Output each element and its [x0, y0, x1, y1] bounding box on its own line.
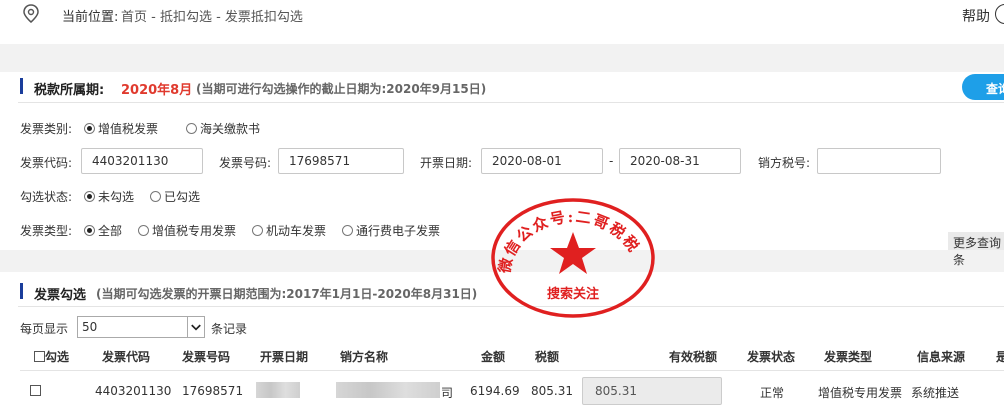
table-header-divider — [20, 370, 1004, 371]
date-separator: - — [609, 154, 614, 168]
cell-seller-redacted — [336, 382, 440, 398]
radio-unchecked[interactable]: 未勾选 — [84, 188, 134, 205]
radio-icon — [342, 225, 353, 236]
page-size-select[interactable]: 50 — [77, 316, 205, 338]
invoice-number-input[interactable]: 17698571 — [278, 148, 404, 174]
section-marker — [20, 283, 23, 299]
col-header-number[interactable]: 发票号码 — [182, 348, 230, 365]
select-all-checkbox[interactable]: 勾选 — [34, 348, 69, 365]
row-checkbox[interactable] — [30, 384, 41, 398]
page-size-label: 每页显示 — [20, 322, 69, 336]
radio-checked[interactable]: 已勾选 — [150, 188, 200, 205]
cell-tax: 805.31 — [531, 384, 573, 398]
radio-type-all[interactable]: 全部 — [84, 222, 122, 239]
period-title: 税款所属期: — [34, 83, 105, 98]
checkbox-icon — [34, 351, 45, 362]
col-header-code[interactable]: 发票代码 — [102, 348, 150, 365]
cell-code: 4403201130 — [95, 384, 172, 398]
invoice-code-input[interactable]: 4403201130 — [81, 148, 203, 174]
cell-date-redacted — [256, 382, 300, 398]
col-header-seller[interactable]: 销方名称 — [340, 348, 388, 365]
divider — [18, 102, 1004, 103]
issue-date-label: 开票日期: — [420, 156, 473, 170]
col-header-date[interactable]: 开票日期 — [260, 348, 308, 365]
more-filters-button[interactable]: 更多查询条 — [948, 232, 1004, 267]
radio-icon — [150, 191, 161, 202]
check-status-label: 勾选状态: — [20, 190, 73, 204]
radio-selected-icon — [84, 225, 95, 236]
checkbox-icon — [30, 385, 41, 396]
radio-icon — [138, 225, 149, 236]
invoice-category-label: 发票类别: — [20, 122, 73, 136]
col-header-amount[interactable]: 金额 — [481, 348, 505, 365]
location-label: 当前位置: — [62, 10, 119, 25]
page-size-suffix: 条记录 — [211, 322, 248, 336]
col-header-source[interactable]: 信息来源 — [917, 348, 965, 365]
col-header-status[interactable]: 发票状态 — [747, 348, 795, 365]
stamp-bottom-text: 搜索关注 — [547, 286, 599, 302]
help-link[interactable]: 帮助 — [962, 6, 990, 26]
col-header-more[interactable]: 是 — [996, 348, 1004, 365]
selection-note: (当期可勾选发票的开票日期范围为:2017年1月1日-2020年8月31日) — [96, 287, 478, 301]
radio-type-special-vat[interactable]: 增值税专用发票 — [138, 222, 236, 239]
radio-type-vehicle[interactable]: 机动车发票 — [252, 222, 326, 239]
breadcrumb[interactable]: 首页 - 抵扣勾选 - 发票抵扣勾选 — [121, 6, 303, 25]
radio-selected-icon — [84, 191, 95, 202]
invoice-number-label: 发票号码: — [219, 156, 272, 170]
cell-amount: 6194.69 — [470, 384, 520, 398]
seller-tax-id-label: 销方税号: — [758, 156, 811, 170]
effective-tax-input[interactable]: 805.31 — [582, 377, 722, 405]
invoice-type-label: 发票类型: — [20, 224, 73, 238]
cell-number: 17698571 — [182, 384, 244, 398]
invoice-code-label: 发票代码: — [20, 156, 73, 170]
period-value: 2020年8月 — [121, 83, 193, 98]
radio-vat-invoice[interactable]: 增值税发票 — [84, 120, 158, 137]
radio-type-toll[interactable]: 通行费电子发票 — [342, 222, 440, 239]
section-marker — [20, 78, 23, 94]
cell-source: 系统推送 — [911, 386, 960, 400]
cell-type: 增值税专用发票 — [818, 386, 903, 400]
seller-tax-id-input[interactable] — [817, 148, 941, 174]
issue-date-to[interactable]: 2020-08-31 — [619, 148, 741, 174]
col-header-effective-tax[interactable]: 有效税额 — [669, 348, 717, 365]
col-header-type[interactable]: 发票类型 — [824, 348, 872, 365]
period-note: (当期可进行勾选操作的截止日期为:2020年9月15日) — [196, 82, 487, 96]
query-button[interactable]: 查询 — [962, 74, 1004, 100]
section-gap — [0, 44, 1004, 72]
col-header-tax[interactable]: 税额 — [535, 348, 559, 365]
radio-selected-icon — [84, 123, 95, 134]
watermark-stamp: 微信公众号:二哥税税 搜索关注 — [491, 198, 655, 318]
radio-customs[interactable]: 海关缴款书 — [186, 120, 260, 137]
cell-seller-tail: 司 — [441, 386, 454, 400]
radio-icon — [252, 225, 263, 236]
cell-status: 正常 — [760, 386, 785, 400]
radio-icon — [186, 123, 197, 134]
location-icon — [23, 4, 39, 23]
issue-date-from[interactable]: 2020-08-01 — [481, 148, 603, 174]
selection-title: 发票勾选 — [34, 288, 87, 303]
chevron-down-icon[interactable] — [187, 317, 204, 337]
